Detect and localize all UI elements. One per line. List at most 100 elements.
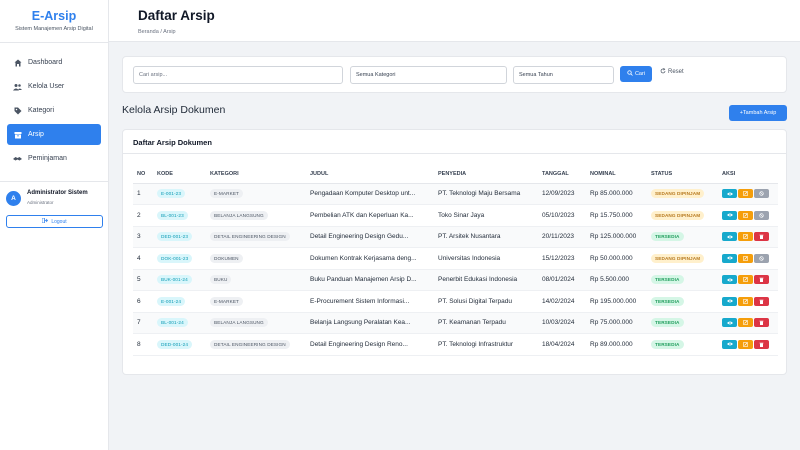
edit-button[interactable]	[738, 318, 753, 328]
column-header: NOMINAL	[586, 166, 647, 184]
delete-button[interactable]	[754, 339, 769, 349]
status-badge: SEDANG DIPINJAM	[651, 210, 705, 220]
reset-button-label: Reset	[668, 69, 684, 75]
table-row: 6 E-001-24 E-MARKET E-Procurement Sistem In…	[133, 290, 778, 313]
cell-penyedia: PT. Teknologi Maju Bersama	[434, 183, 538, 205]
cell-no: 5	[133, 269, 153, 291]
cell-no: 8	[133, 333, 153, 356]
sidebar-item-arsip[interactable]: Arsip	[7, 124, 101, 145]
cell-tanggal: 10/03/2024	[538, 312, 586, 334]
ban-icon	[759, 256, 764, 261]
page-header: Daftar Arsip Beranda / Arsip	[109, 0, 800, 42]
edit-button[interactable]	[738, 210, 753, 220]
search-input[interactable]: Cari arsip...	[133, 66, 343, 84]
edit-button[interactable]	[738, 296, 753, 306]
cell-penyedia: PT. Keamanan Terpadu	[434, 312, 538, 334]
cell-tanggal: 05/10/2023	[538, 204, 586, 227]
view-button[interactable]	[722, 189, 737, 199]
trash-icon	[759, 278, 764, 283]
delete-button[interactable]	[754, 296, 769, 306]
category-badge: BELANJA LANGSUNG	[210, 318, 268, 328]
logout-label: Logout	[51, 218, 67, 225]
table-row: 3 DED-001-23 DETAIL ENGINEERING DESIGN Deta…	[133, 226, 778, 248]
reset-button[interactable]: Reset	[660, 67, 684, 76]
cell-penyedia: PT. Teknologi Infrastruktur	[434, 333, 538, 356]
sidebar-item-label: Peminjaman	[28, 155, 67, 162]
sidebar-item-kelola-user[interactable]: Kelola User	[7, 76, 101, 97]
return-disabled-button[interactable]	[754, 253, 769, 263]
trash-icon	[759, 235, 764, 240]
cell-penyedia: Penerbit Edukasi Indonesia	[434, 269, 538, 291]
cell-no: 6	[133, 290, 153, 313]
cell-judul: Detail Engineering Design Reno...	[306, 333, 434, 356]
cell-judul: E-Procurement Sistem Informasi...	[306, 290, 434, 313]
cell-tanggal: 15/12/2023	[538, 247, 586, 270]
return-disabled-button[interactable]	[754, 210, 769, 220]
column-header: KODE	[153, 166, 206, 184]
avatar: A	[6, 191, 21, 206]
cell-nominal: Rp 125.000.000	[586, 226, 647, 248]
edit-button[interactable]	[738, 189, 753, 199]
cell-nominal: Rp 195.000.000	[586, 290, 647, 313]
cell-no: 4	[133, 247, 153, 270]
tag-icon	[13, 106, 22, 115]
category-badge: E-MARKET	[210, 189, 244, 199]
column-header: AKSI	[718, 166, 778, 184]
cell-tanggal: 08/01/2024	[538, 269, 586, 291]
return-disabled-button[interactable]	[754, 189, 769, 199]
search-icon	[627, 70, 633, 78]
delete-button[interactable]	[754, 275, 769, 285]
delete-button[interactable]	[754, 232, 769, 242]
filter-card: Cari arsip... Semua Kategori Semua Tahun…	[122, 56, 787, 93]
edit-button[interactable]	[738, 253, 753, 263]
logout-icon	[41, 217, 49, 225]
view-button[interactable]	[722, 275, 737, 285]
row-actions	[722, 296, 769, 306]
edit-icon	[743, 234, 748, 240]
view-button[interactable]	[722, 318, 737, 328]
search-button-label: Cari	[634, 71, 646, 77]
edit-icon	[743, 191, 748, 197]
add-archive-button[interactable]: +Tambah Arsip	[729, 105, 787, 121]
cell-penyedia: PT. Arsitek Nusantara	[434, 226, 538, 248]
sidebar-item-label: Kategori	[28, 107, 55, 114]
sidebar-item-dashboard[interactable]: Dashboard	[7, 52, 101, 73]
cell-penyedia: PT. Solusi Digital Terpadu	[434, 290, 538, 313]
edit-button[interactable]	[738, 275, 753, 285]
cell-no: 3	[133, 226, 153, 248]
category-badge: BELANJA LANGSUNG	[210, 210, 268, 220]
home-icon	[13, 58, 22, 67]
search-button[interactable]: Cari	[620, 66, 652, 82]
ban-icon	[759, 191, 764, 196]
sidebar-item-peminjaman[interactable]: Peminjaman	[7, 148, 101, 169]
view-button[interactable]	[722, 253, 737, 263]
delete-button[interactable]	[754, 318, 769, 328]
status-badge: TERSEDIA	[651, 275, 684, 285]
view-button[interactable]	[722, 339, 737, 349]
status-badge: TERSEDIA	[651, 232, 684, 242]
user-name: Administrator Sistem	[27, 190, 88, 196]
status-badge: SEDANG DIPINJAM	[651, 189, 705, 199]
refresh-icon	[660, 67, 666, 76]
category-select[interactable]: Semua Kategori	[350, 66, 507, 84]
status-badge: TERSEDIA	[651, 339, 684, 349]
sidebar: E-Arsip Sistem Manajemen Arsip Digital D…	[0, 0, 109, 450]
sidebar-item-kategori[interactable]: Kategori	[7, 100, 101, 121]
cell-penyedia: Universitas Indonesia	[434, 247, 538, 270]
column-header: TANGGAL	[538, 166, 586, 184]
view-button[interactable]	[722, 232, 737, 242]
view-button[interactable]	[722, 210, 737, 220]
sidebar-item-label: Arsip	[28, 131, 44, 138]
edit-icon	[743, 212, 748, 218]
row-actions	[722, 189, 769, 199]
edit-button[interactable]	[738, 232, 753, 242]
breadcrumb: Beranda / Arsip	[138, 29, 176, 35]
logout-button[interactable]: Logout	[6, 215, 103, 228]
view-button[interactable]	[722, 296, 737, 306]
cell-nominal: Rp 15.750.000	[586, 204, 647, 227]
category-badge: DETAIL ENGINEERING DESIGN	[210, 232, 290, 242]
edit-button[interactable]	[738, 339, 753, 349]
section-title: Kelola Arsip Dokumen	[122, 104, 226, 116]
cell-judul: Dokumen Kontrak Kerjasama deng...	[306, 247, 434, 270]
year-select[interactable]: Semua Tahun	[513, 66, 614, 84]
